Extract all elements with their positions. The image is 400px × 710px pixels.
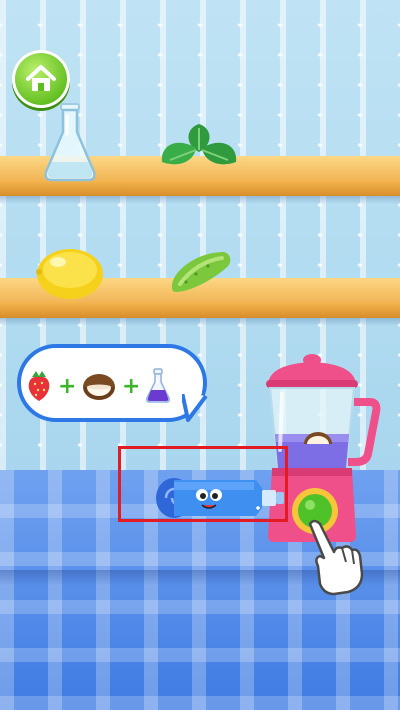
strawberry-icon [28, 371, 50, 401]
plus-sign: + [122, 373, 141, 399]
glass-flask-icon[interactable] [40, 102, 100, 184]
home-button[interactable] [12, 50, 70, 108]
lemon-icon[interactable] [34, 246, 106, 302]
recipe-ingredients: + + [24, 366, 194, 406]
plus-sign: + [58, 373, 77, 399]
highlight-box [118, 446, 288, 522]
cucumber-icon[interactable] [166, 248, 234, 294]
coconut-icon [83, 374, 115, 400]
potion-flask-icon [146, 368, 170, 403]
home-icon [26, 65, 56, 91]
game-scene: + + [0, 0, 400, 710]
mint-leaves-icon[interactable] [156, 118, 242, 174]
pointing-hand-icon [308, 519, 364, 596]
